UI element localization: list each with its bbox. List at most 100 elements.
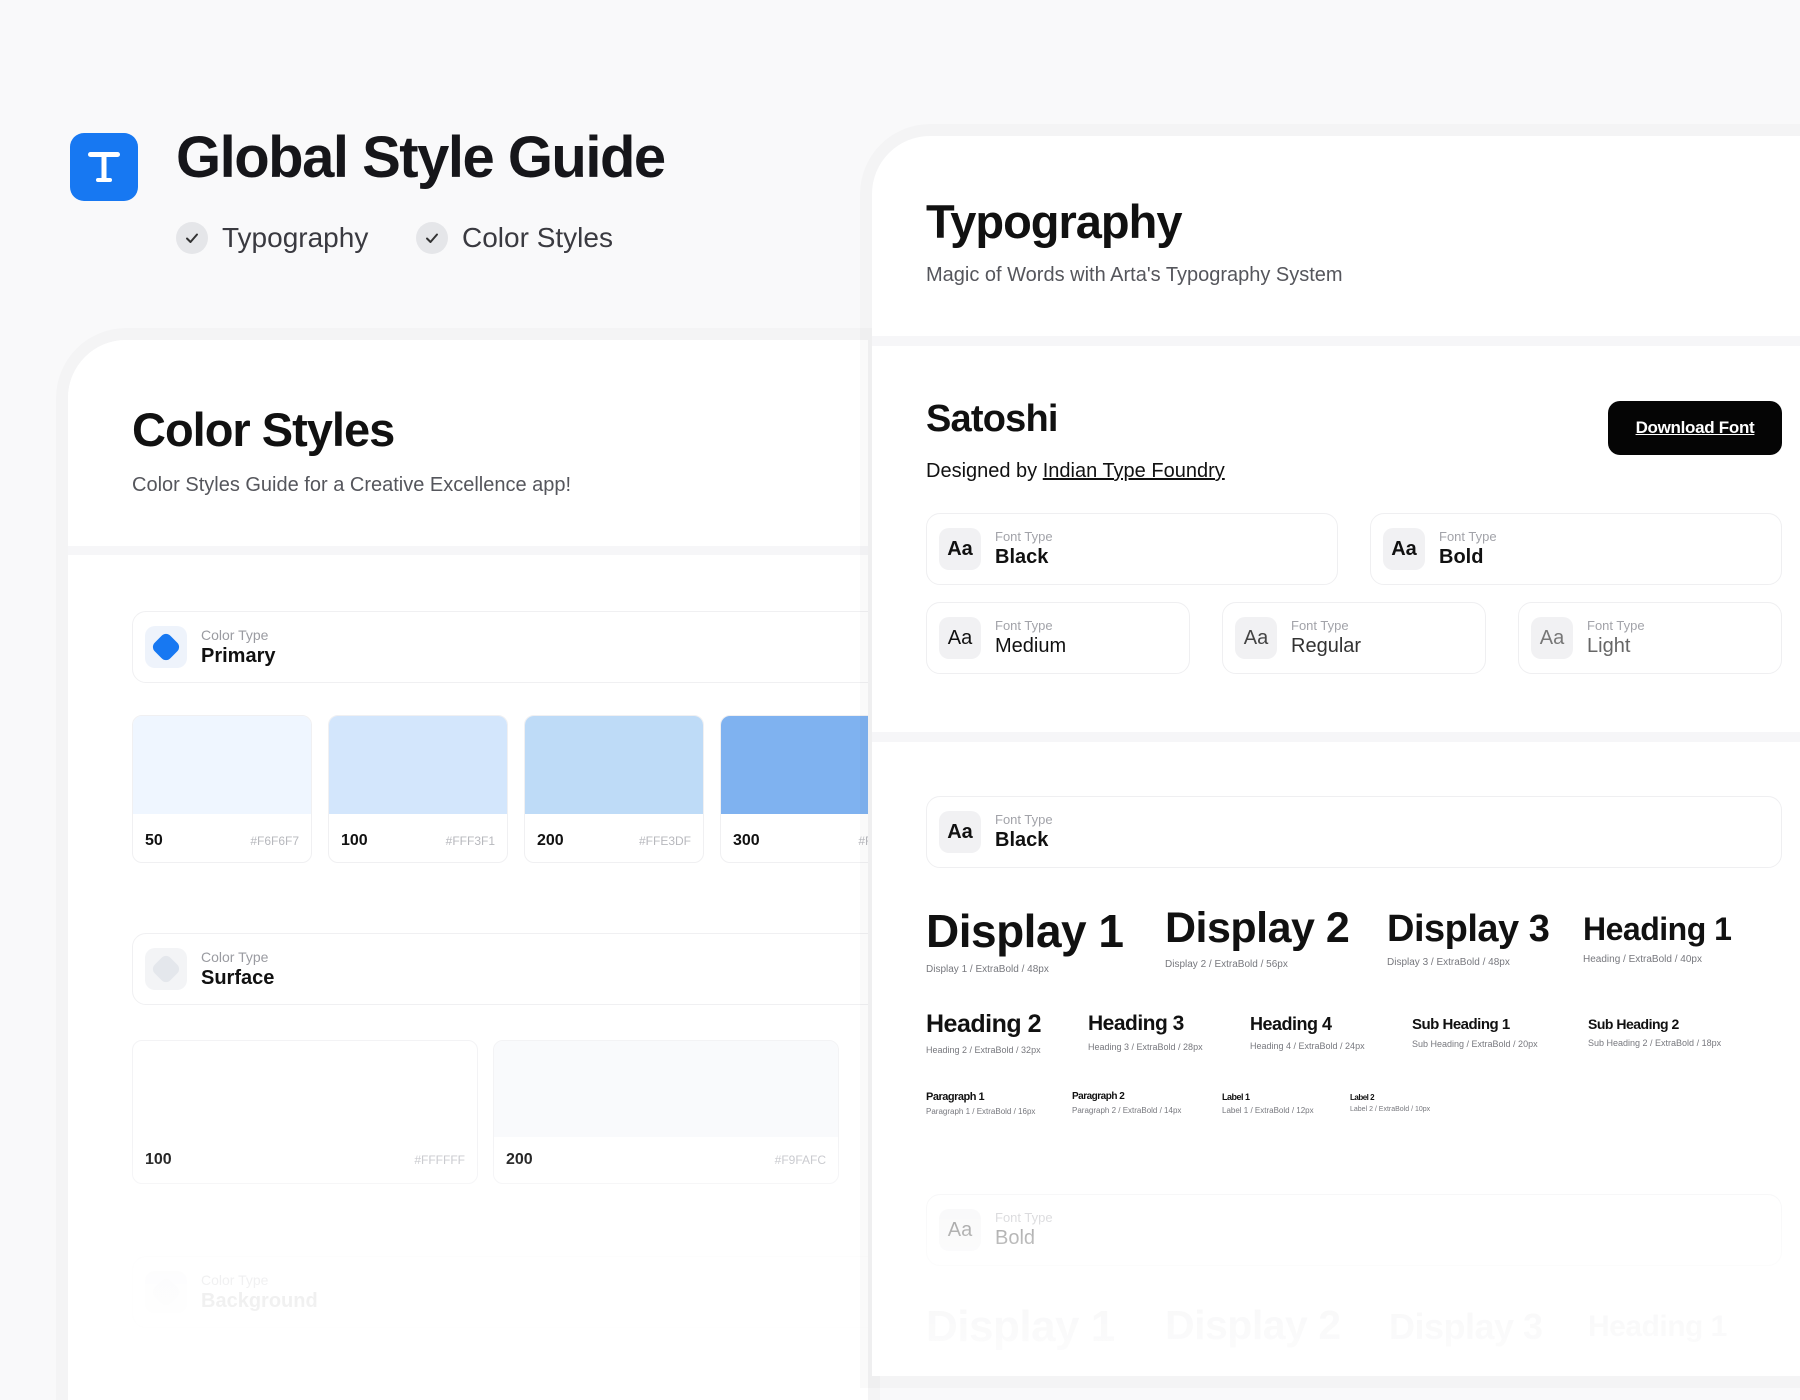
- type-style-display-2: Display 2 Display 2 / ExtraBold / 56px: [1165, 904, 1350, 970]
- tag-label: Color Styles: [462, 222, 613, 253]
- color-type-background[interactable]: Color Type Background: [132, 1256, 868, 1328]
- download-font-button[interactable]: Download Font: [1608, 401, 1782, 455]
- type-style-bold-heading-1: Heading 1: [1588, 1310, 1727, 1344]
- font-preview-icon: Aa: [939, 811, 981, 853]
- type-style-meta: Heading / ExtraBold / 40px: [1583, 954, 1702, 965]
- type-style-label: Paragraph 1: [926, 1091, 985, 1103]
- type-style-meta: Heading 4 / ExtraBold / 24px: [1250, 1041, 1365, 1051]
- font-type-name: Medium: [995, 635, 1067, 657]
- font-type-caption: Font Type: [995, 1210, 1053, 1225]
- type-style-label: Label 2: [1350, 1093, 1375, 1102]
- swatch-hex: #FFE3DF: [638, 834, 691, 848]
- text-tool-icon: [88, 152, 120, 182]
- type-style-label: Heading 1: [1588, 1310, 1727, 1343]
- color-styles-panel: Color Styles Color Styles Guide for a Cr…: [68, 340, 868, 1400]
- swatch-step: 300: [733, 832, 760, 849]
- type-style-label: Label 1: [1222, 1092, 1250, 1102]
- type-style-heading-1: Heading 1 Heading / ExtraBold / 40px: [1583, 911, 1732, 965]
- app-logo: [70, 133, 138, 201]
- color-type-surface[interactable]: Color Type Surface: [132, 933, 868, 1005]
- font-type-caption: Font Type: [995, 618, 1053, 633]
- swatch-primary-100[interactable]: 100 #FFF3F1: [328, 715, 508, 863]
- type-style-meta: Display 3 / ExtraBold / 48px: [1387, 957, 1510, 968]
- swatch-surface-100[interactable]: 100 #FFFFFF: [132, 1040, 478, 1184]
- font-type-caption: Font Type: [995, 529, 1053, 544]
- type-style-label: Heading 4: [1250, 1014, 1332, 1034]
- designer-link[interactable]: Indian Type Foundry: [1043, 460, 1225, 482]
- swatch-primary-300[interactable]: 300 #FFA: [720, 715, 868, 863]
- color-styles-title: Color Styles: [132, 403, 395, 456]
- check-icon: [416, 222, 448, 254]
- type-style-label: Display 2: [1165, 1302, 1341, 1348]
- type-style-meta: Heading 3 / ExtraBold / 28px: [1088, 1042, 1203, 1052]
- type-style-meta: Label 1 / ExtraBold / 12px: [1222, 1106, 1314, 1115]
- swatch-step: 200: [537, 832, 564, 849]
- typography-title: Typography: [926, 195, 1182, 248]
- swatch-step: 50: [145, 832, 163, 849]
- color-type-caption: Color Type: [201, 948, 269, 965]
- font-preview-icon: Aa: [939, 617, 981, 659]
- type-style-meta: Paragraph 2 / ExtraBold / 14px: [1072, 1106, 1182, 1115]
- type-style-label-1: Label 1 Label 1 / ExtraBold / 12px: [1222, 1092, 1314, 1115]
- type-style-meta: Paragraph 1 / ExtraBold / 16px: [926, 1107, 1036, 1116]
- font-type-card-black[interactable]: Aa Font Type Black: [926, 513, 1338, 585]
- type-style-meta: Display 2 / ExtraBold / 56px: [1165, 959, 1288, 970]
- tag-label: Typography: [222, 222, 369, 253]
- type-style-sub-heading-1: Sub Heading 1 Sub Heading / ExtraBold / …: [1412, 1016, 1538, 1049]
- type-style-meta: Label 2 / ExtraBold / 10px: [1350, 1106, 1431, 1113]
- type-style-label: Sub Heading 1: [1412, 1016, 1510, 1033]
- type-style-paragraph-1: Paragraph 1 Paragraph 1 / ExtraBold / 16…: [926, 1091, 1035, 1116]
- font-type-card-medium[interactable]: Aa Font Type Medium: [926, 602, 1190, 674]
- font-type-card-regular[interactable]: Aa Font Type Regular: [1222, 602, 1486, 674]
- type-style-meta: Display 1 / ExtraBold / 48px: [926, 964, 1049, 975]
- color-type-name: Surface: [201, 966, 275, 989]
- font-name: Satoshi: [926, 398, 1058, 440]
- type-style-heading-2: Heading 2 Heading 2 / ExtraBold / 32px: [926, 1010, 1041, 1055]
- color-type-caption: Color Type: [201, 626, 269, 643]
- type-style-label: Display 2: [1165, 904, 1350, 952]
- swatch-hex: #FFF3F1: [445, 834, 495, 848]
- font-type-card-bold[interactable]: Aa Font Type Bold: [1370, 513, 1782, 585]
- font-type-card-light[interactable]: Aa Font Type Light: [1518, 602, 1782, 674]
- font-type-caption: Font Type: [1587, 618, 1645, 633]
- font-designer: Designed by Indian Type Foundry: [926, 460, 1225, 483]
- color-type-primary[interactable]: Color Type Primary: [132, 611, 868, 683]
- font-preview-icon: Aa: [1531, 617, 1573, 659]
- type-style-label: Display 1: [926, 1302, 1115, 1351]
- swatch-hex: #F9FAFC: [774, 1153, 826, 1167]
- font-section-bold[interactable]: Aa Font Type Bold: [926, 1194, 1782, 1266]
- type-style-display-3: Display 3 Display 3 / ExtraBold / 48px: [1387, 908, 1550, 968]
- swatch-surface-200[interactable]: 200 #F9FAFC: [493, 1040, 839, 1184]
- font-type-name: Black: [995, 546, 1049, 568]
- swatch-primary-200[interactable]: 200 #FFE3DF: [524, 715, 704, 863]
- type-style-label-2: Label 2 Label 2 / ExtraBold / 10px: [1350, 1093, 1430, 1113]
- type-style-heading-4: Heading 4 Heading 4 / ExtraBold / 24px: [1250, 1014, 1365, 1051]
- type-style-sub-heading-2: Sub Heading 2 Sub Heading 2 / ExtraBold …: [1588, 1016, 1721, 1048]
- swatch-step: 100: [341, 832, 368, 849]
- tag-typography: Typography: [176, 222, 368, 254]
- font-section-black[interactable]: Aa Font Type Black: [926, 796, 1782, 868]
- page-title: Global Style Guide: [176, 125, 666, 190]
- font-preview-icon: Aa: [939, 1209, 981, 1251]
- color-type-caption: Color Type: [201, 1271, 269, 1288]
- color-type-name: Primary: [201, 644, 276, 667]
- swatch-step: 100: [145, 1151, 172, 1168]
- font-type-name: Black: [995, 829, 1049, 851]
- type-style-label: Display 1: [926, 905, 1124, 957]
- type-style-meta: Heading 2 / ExtraBold / 32px: [926, 1045, 1041, 1055]
- swatch-hex: #FFA: [858, 834, 868, 848]
- type-style-paragraph-2: Paragraph 2 Paragraph 2 / ExtraBold / 14…: [1072, 1091, 1181, 1115]
- check-icon: [176, 222, 208, 254]
- type-style-label: Sub Heading 2: [1588, 1016, 1679, 1032]
- color-type-icon: [145, 948, 187, 990]
- swatch-step: 200: [506, 1151, 533, 1168]
- type-style-heading-3: Heading 3 Heading 3 / ExtraBold / 28px: [1088, 1012, 1203, 1052]
- color-type-icon: [145, 626, 187, 668]
- type-style-meta: Sub Heading / ExtraBold / 20px: [1412, 1039, 1538, 1049]
- font-type-name: Bold: [1439, 546, 1484, 568]
- typography-subtitle: Magic of Words with Arta's Typography Sy…: [926, 264, 1343, 286]
- font-type-name: Regular: [1291, 635, 1362, 657]
- swatch-primary-50[interactable]: 50 #F6F6F7: [132, 715, 312, 863]
- font-type-name: Bold: [995, 1227, 1036, 1249]
- type-style-label: Display 3: [1387, 908, 1550, 950]
